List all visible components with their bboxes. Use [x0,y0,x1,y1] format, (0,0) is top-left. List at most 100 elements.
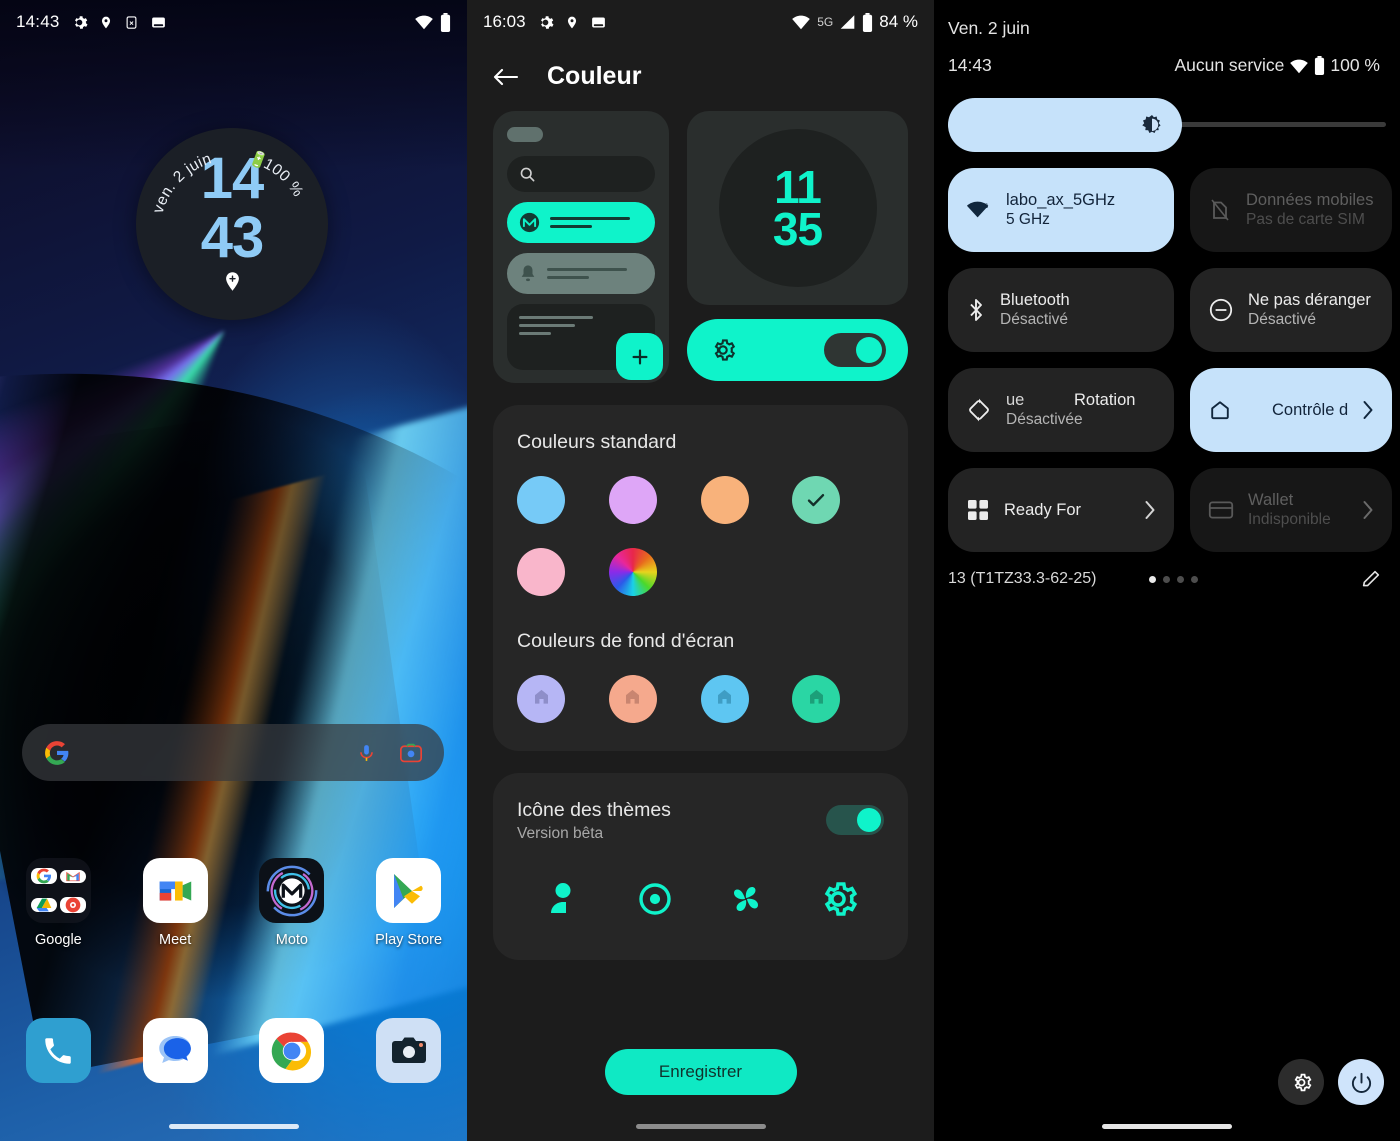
camera-icon [376,1018,442,1083]
arrow-back-icon[interactable] [493,66,519,88]
color-swatch-violet[interactable] [608,476,657,524]
qs-date: Ven. 2 juin [948,18,1030,38]
tile-subtitle: Désactivée [1006,411,1083,428]
themed-icons-toggle[interactable] [826,805,884,835]
tile-mobile-data[interactable]: Données mobiles Pas de carte SIM [1190,168,1393,252]
tile-wifi[interactable]: 6 labo_ax_5GHz 5 GHz [948,168,1174,252]
colour-header: Couleur [467,44,934,101]
tile-subtitle: Désactivé [1248,311,1317,328]
home-screen-panel: 14:43 ven. 2 juin 🔋 100 % 14 43 Google M… [0,0,467,1141]
settings-button[interactable] [1278,1059,1324,1105]
app-row-1: Google Meet Moto Play Store [0,858,467,948]
tile-ready-for[interactable]: Ready For [948,468,1174,552]
brightness-slider[interactable] [948,98,1386,152]
qs-bottom-buttons [1278,1059,1384,1105]
wifi-icon [791,14,811,30]
tile-title: Wallet [1248,491,1294,509]
tile-do-not-disturb[interactable]: Ne pas déranger Désactivé [1190,268,1393,352]
wallpaper-swatch-lavender[interactable] [517,675,565,723]
check-icon [804,488,828,512]
pencil-icon[interactable] [1360,568,1382,590]
home-icon [532,687,551,711]
camera-target-icon [633,877,677,926]
chevron-right-icon [1144,500,1156,520]
nav-gesture-bar[interactable] [1102,1124,1232,1129]
messages-icon [142,1018,208,1083]
page-dot-4[interactable] [1190,575,1198,583]
wallpaper-colors-title: Couleurs de fond d'écran [517,630,735,652]
home-icon [1208,398,1232,422]
home-icon [807,687,826,711]
sim-off-icon [1208,197,1232,223]
power-button[interactable] [1338,1059,1384,1105]
wifi-icon [1289,58,1309,74]
preview-clock-card: 11 35 [687,111,908,305]
brightness-icon [1140,113,1164,137]
save-button[interactable]: Enregistrer [604,1049,797,1095]
google-meet-icon [142,858,208,923]
app-label: Moto [275,932,308,948]
status-time: 14:43 [16,12,60,31]
preview-right-column: 11 35 [687,111,908,383]
qs-battery-percent: 100 % [1330,55,1380,75]
color-swatch-custom-wheel[interactable] [608,548,657,596]
chevron-right-icon [1362,500,1374,520]
themed-icons-title: Icône des thèmes [517,799,671,821]
qs-footer: 13 (T1TZ33.3-62-25) [934,552,1400,590]
app-play-store[interactable]: Play Store [350,858,467,948]
rotation-icon [966,397,992,423]
brightness-fill [948,98,1182,152]
nav-gesture-bar[interactable] [635,1124,766,1129]
status-time: 16:03 [483,12,526,31]
google-search-bar[interactable] [22,724,444,781]
color-swatch-teal-selected[interactable] [792,476,841,524]
sim-off-icon [124,14,139,31]
battery-icon [862,12,873,32]
google-lens-icon[interactable] [400,743,422,763]
tile-home-controls[interactable]: Contrôle d [1190,368,1393,452]
gear-icon [71,14,88,31]
app-chrome[interactable] [234,1018,351,1083]
wifi-icon: 6 [966,199,992,221]
google-folder-icon [25,858,91,923]
tile-bluetooth[interactable]: Bluetooth Désactivé [948,268,1174,352]
tile-title: Données mobiles [1246,191,1374,209]
tile-wallet[interactable]: Wallet Indisponible [1190,468,1393,552]
app-camera[interactable] [350,1018,467,1083]
microphone-icon[interactable] [357,742,376,764]
preview-pill [507,127,543,142]
page-dot-3[interactable] [1176,575,1184,583]
preview-toggle-switch[interactable] [824,333,886,367]
clock-widget-battery: 100 % [261,155,307,200]
qs-carrier: Aucun service [1174,55,1285,75]
app-messages[interactable] [117,1018,234,1083]
quick-settings-panel: Ven. 2 juin 14:43 Aucun service 100 % 6 … [934,0,1400,1141]
themed-icons-card: Icône des thèmes Version bêta [493,773,908,960]
page-dot-1[interactable] [1148,575,1156,583]
wallpaper-swatch-sky[interactable] [700,675,749,723]
clock-widget[interactable]: ven. 2 juin 🔋 100 % 14 43 [136,128,328,320]
plus-icon[interactable] [616,333,663,380]
preview-list-card[interactable] [493,111,669,383]
preview-clock-minutes: 35 [772,203,823,255]
app-google-folder[interactable]: Google [0,858,117,948]
wallpaper-swatch-salmon[interactable] [608,675,657,723]
tile-auto-rotate[interactable]: ue Rotation Désactivée [948,368,1174,452]
color-swatch-blue[interactable] [517,476,565,524]
page-dot-2[interactable] [1162,575,1170,583]
app-meet[interactable]: Meet [117,858,234,948]
preview-toggle-card[interactable] [687,319,908,381]
clock-widget-arc-text: ven. 2 juin 🔋 100 % [150,147,307,215]
preview-note-row [507,304,663,380]
color-swatch-pink[interactable] [517,548,565,596]
standard-colors-title: Couleurs standard [517,431,677,453]
page-title: Couleur [547,62,642,90]
gear-icon [709,336,737,364]
nav-gesture-bar[interactable] [168,1124,299,1129]
color-swatch-orange[interactable] [700,476,749,524]
app-phone[interactable] [0,1018,117,1083]
wallpaper-swatch-emerald[interactable] [792,675,841,723]
app-moto[interactable]: Moto [234,858,351,948]
device-icon [590,14,607,31]
app-label: Google [34,932,82,948]
